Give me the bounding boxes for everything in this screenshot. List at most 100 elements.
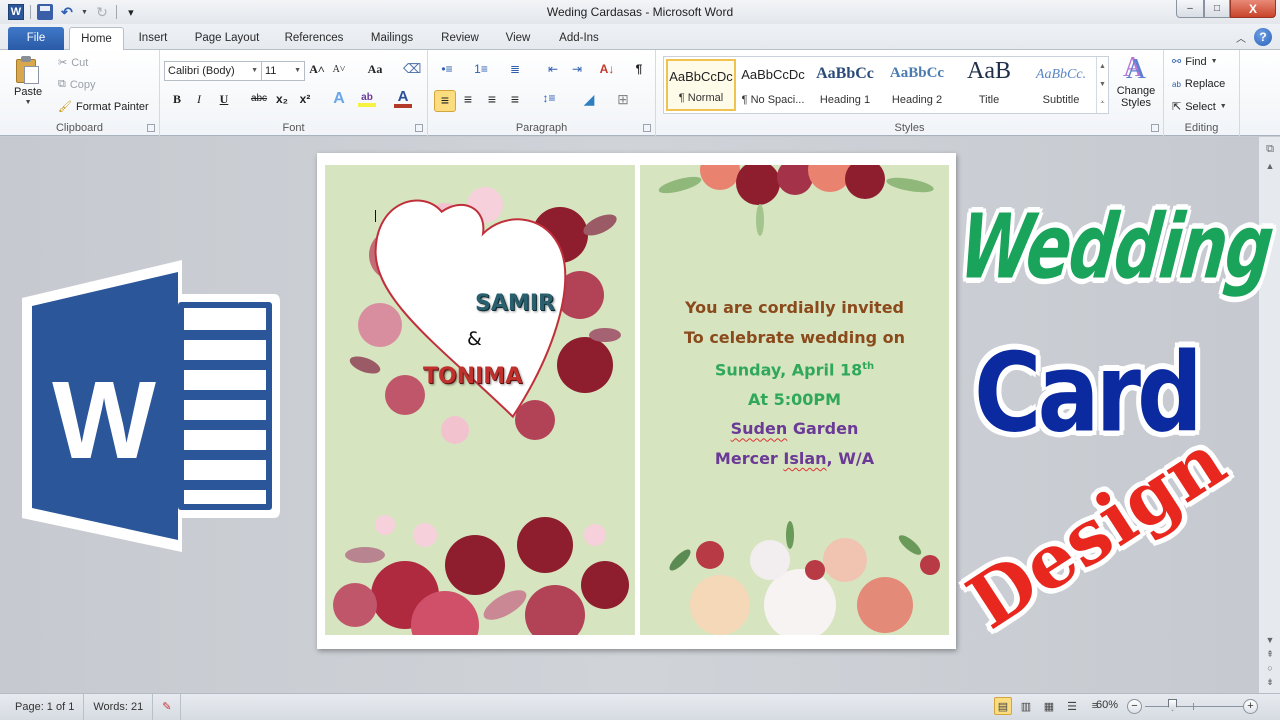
align-right-button[interactable]: ≡ <box>483 91 501 107</box>
ruler-toggle-icon[interactable]: ⧉ <box>1263 143 1277 156</box>
tab-review[interactable]: Review <box>436 27 484 50</box>
copy-button[interactable]: ⧉ Copy <box>58 78 96 91</box>
document-page[interactable]: SAMIR & TONIMA You are cordially invited… <box>317 153 956 649</box>
tab-view[interactable]: View <box>500 27 536 50</box>
spelling-error[interactable]: Suden <box>731 419 788 438</box>
font-size-combo[interactable]: 11 ▼ <box>261 61 305 81</box>
full-screen-reading-view-icon[interactable]: ▥ <box>1017 697 1035 715</box>
scroll-down-icon[interactable]: ▼ <box>1263 635 1277 645</box>
minimize-button[interactable]: – <box>1176 0 1204 18</box>
align-left-button[interactable]: ≡ <box>434 90 456 112</box>
quick-access-toolbar: W ↶ ▼ ↻ ▾ <box>0 0 139 24</box>
scroll-up-icon[interactable]: ▲ <box>1099 63 1106 70</box>
replace-button[interactable]: ab Replace <box>1172 78 1225 90</box>
tab-page-layout[interactable]: Page Layout <box>188 27 266 50</box>
browse-object-icon[interactable]: ○ <box>1263 663 1277 673</box>
paste-button[interactable]: Paste ▼ <box>14 55 42 106</box>
change-case-button[interactable]: Aa <box>362 62 388 77</box>
ampersand[interactable]: & <box>467 328 482 350</box>
font-name-combo[interactable]: Calibri (Body) ▼ <box>164 61 262 81</box>
zoom-slider-thumb[interactable] <box>1168 699 1177 711</box>
paste-dropdown-icon: ▼ <box>24 99 32 106</box>
paragraph-group-label: Paragraph <box>515 122 568 134</box>
change-styles-button[interactable]: A Change Styles <box>1114 56 1158 110</box>
undo-icon[interactable]: ↶ <box>59 4 75 20</box>
borders-button[interactable]: ⊞ <box>614 91 632 108</box>
shrink-font-button[interactable]: A˅ <box>330 64 348 75</box>
tab-references[interactable]: References <box>280 27 348 50</box>
sort-button[interactable]: A↓ <box>596 62 618 76</box>
increase-indent-button[interactable]: ⇥ <box>568 62 586 76</box>
font-dialog-launcher[interactable] <box>415 124 423 132</box>
subscript-button[interactable]: x₂ <box>273 92 291 106</box>
bullets-button[interactable]: •≡ <box>436 62 458 76</box>
highlight-button[interactable]: ab <box>358 92 376 107</box>
italic-button[interactable]: I <box>190 92 208 107</box>
tab-file[interactable]: File <box>8 27 64 50</box>
center-button[interactable]: ≡ <box>459 91 477 107</box>
strikethrough-button[interactable]: abc <box>248 93 270 104</box>
close-button[interactable]: X <box>1230 0 1276 18</box>
select-button[interactable]: ⇱ Select ▼ <box>1172 100 1227 114</box>
zoom-slider-track[interactable] <box>1145 706 1243 707</box>
tab-insert[interactable]: Insert <box>132 27 174 50</box>
minimize-ribbon-icon[interactable]: ︿ <box>1236 30 1246 45</box>
next-page-icon[interactable]: ⇟ <box>1263 677 1277 688</box>
previous-page-icon[interactable]: ⇞ <box>1263 649 1277 660</box>
clipboard-dialog-launcher[interactable] <box>147 124 155 132</box>
bold-button[interactable]: B <box>168 92 186 107</box>
show-formatting-marks-button[interactable]: ¶ <box>630 62 648 76</box>
zoom-in-button[interactable]: + <box>1243 699 1258 714</box>
maximize-button[interactable]: □ <box>1204 0 1230 18</box>
tab-home[interactable]: Home <box>69 27 124 51</box>
customize-qat-icon[interactable]: ▾ <box>123 4 139 20</box>
zoom-level[interactable]: 60% <box>1096 699 1118 711</box>
tab-mailings[interactable]: Mailings <box>362 27 422 50</box>
justify-button[interactable]: ≡ <box>506 91 524 107</box>
text-effects-button[interactable]: A <box>330 90 348 108</box>
styles-dialog-launcher[interactable] <box>1151 124 1159 132</box>
style-heading-1[interactable]: AaBbCc Heading 1 <box>810 59 880 111</box>
spelling-error[interactable]: Islan <box>783 449 826 468</box>
grow-font-button[interactable]: A˄ <box>308 62 326 77</box>
superscript-button[interactable]: x² <box>296 92 314 106</box>
save-icon[interactable] <box>37 4 53 20</box>
scroll-up-icon[interactable]: ▲ <box>1263 161 1277 171</box>
bride-name[interactable]: TONIMA <box>423 364 522 389</box>
style-subtitle[interactable]: AaBbCc. Subtitle <box>1026 59 1096 111</box>
page-count[interactable]: Page: 1 of 1 <box>6 693 85 720</box>
outline-view-icon[interactable]: ☰ <box>1063 697 1081 715</box>
invite-venue: Suden Garden <box>640 414 949 444</box>
clear-formatting-icon[interactable]: ⌫ <box>403 61 421 77</box>
format-painter-button[interactable]: 🖌 Format Painter <box>58 100 149 114</box>
scroll-down-icon[interactable]: ▼ <box>1099 81 1106 88</box>
proofing-icon[interactable]: ✎ <box>153 693 182 720</box>
tab-add-ins[interactable]: Add-Ins <box>552 27 606 50</box>
word-app-icon[interactable]: W <box>8 4 24 20</box>
paragraph-dialog-launcher[interactable] <box>643 124 651 132</box>
zoom-out-button[interactable]: − <box>1127 699 1142 714</box>
cut-button[interactable]: ✂ Cut <box>58 56 88 70</box>
redo-icon[interactable]: ↻ <box>94 4 110 20</box>
find-button[interactable]: ⚯ Find ▼ <box>1172 55 1218 69</box>
style-normal[interactable]: AaBbCcDc ¶ Normal <box>666 59 736 111</box>
web-layout-view-icon[interactable]: ▦ <box>1040 697 1058 715</box>
more-styles-icon[interactable]: ⩡ <box>1101 99 1105 107</box>
line-spacing-button[interactable]: ↕≡ <box>536 91 562 105</box>
font-color-button[interactable]: A <box>394 89 412 108</box>
invitation-text[interactable]: You are cordially invited To celebrate w… <box>640 293 949 473</box>
groom-name[interactable]: SAMIR <box>475 291 555 316</box>
print-layout-view-icon[interactable]: ▤ <box>994 697 1012 715</box>
undo-dropdown-icon[interactable]: ▼ <box>81 9 88 16</box>
shading-button[interactable]: ◢ <box>580 91 598 108</box>
style-no-spacing[interactable]: AaBbCcDc ¶ No Spaci... <box>738 59 808 111</box>
multilevel-list-button[interactable]: ≣ <box>504 62 526 76</box>
styles-gallery-scroll[interactable]: ▲ ▼ ⩡ <box>1096 57 1108 113</box>
underline-button[interactable]: U <box>215 92 233 107</box>
numbering-button[interactable]: 1≡ <box>470 62 492 76</box>
style-title[interactable]: AaB Title <box>954 58 1024 111</box>
help-icon[interactable]: ? <box>1254 28 1272 46</box>
word-count[interactable]: Words: 21 <box>84 693 154 720</box>
decrease-indent-button[interactable]: ⇤ <box>544 62 562 76</box>
style-heading-2[interactable]: AaBbCc Heading 2 <box>882 59 952 111</box>
